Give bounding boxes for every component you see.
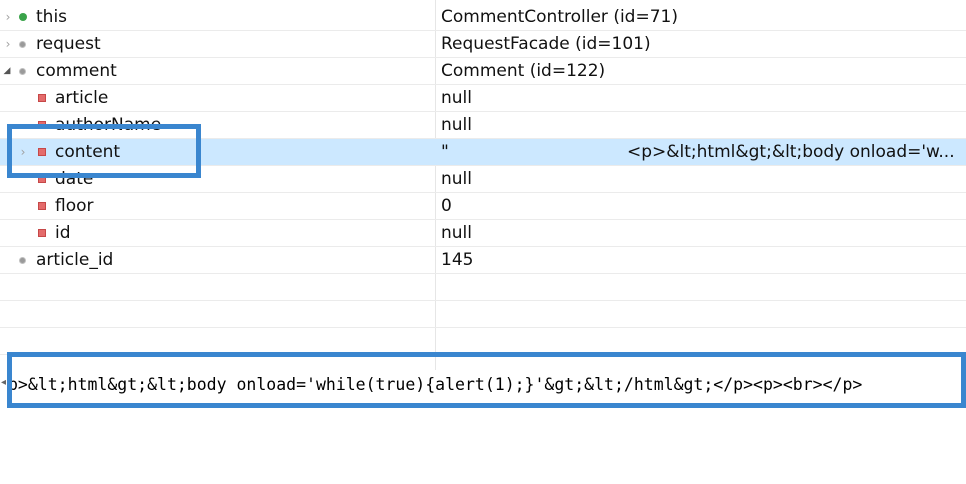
variables-tree: › this CommentController (id=71) › reque… bbox=[0, 4, 966, 355]
field-default-icon bbox=[19, 68, 26, 75]
variable-row-article_id[interactable]: article_id 145 bbox=[0, 247, 966, 274]
variable-row-content[interactable]: › content " <p>&lt;html&gt;&lt;body onlo… bbox=[0, 139, 966, 166]
field-default-icon bbox=[19, 41, 26, 48]
variable-value: null bbox=[441, 223, 472, 243]
variable-row-floor[interactable]: floor 0 bbox=[0, 193, 966, 220]
empty-row bbox=[0, 301, 966, 328]
variable-row-id[interactable]: id null bbox=[0, 220, 966, 247]
variable-name: request bbox=[36, 34, 101, 54]
field-default-icon bbox=[19, 257, 26, 264]
field-private-icon bbox=[38, 229, 46, 237]
variable-row-request[interactable]: › request RequestFacade (id=101) bbox=[0, 31, 966, 58]
variable-row-date[interactable]: date null bbox=[0, 166, 966, 193]
variable-value: null bbox=[441, 169, 472, 189]
field-private-icon bbox=[38, 121, 46, 129]
field-private-icon bbox=[38, 202, 46, 210]
expand-arrow-icon[interactable]: › bbox=[3, 10, 13, 24]
variable-name: date bbox=[55, 169, 94, 189]
variable-value: 0 bbox=[441, 196, 452, 216]
variable-name: id bbox=[55, 223, 71, 243]
variable-name: content bbox=[55, 142, 121, 162]
empty-row bbox=[0, 274, 966, 301]
variable-name: article_id bbox=[36, 250, 114, 270]
variable-value: CommentController (id=71) bbox=[441, 7, 678, 27]
variable-row-comment[interactable]: ◢ comment Comment (id=122) bbox=[0, 58, 966, 85]
field-private-icon bbox=[38, 175, 46, 183]
variable-row-article[interactable]: article null bbox=[0, 85, 966, 112]
variable-value: " bbox=[441, 142, 449, 162]
detail-value-text[interactable]: p>&lt;html&gt;&lt;body onload='while(tru… bbox=[8, 375, 862, 394]
field-private-icon bbox=[38, 94, 46, 102]
variable-value: RequestFacade (id=101) bbox=[441, 34, 651, 54]
variable-value: null bbox=[441, 88, 472, 108]
field-public-icon bbox=[19, 13, 27, 21]
variable-name: this bbox=[36, 7, 68, 27]
empty-row bbox=[0, 328, 966, 355]
variable-value-preview: <p>&lt;html&gt;&lt;body onload='w... bbox=[627, 142, 955, 162]
variable-name: article bbox=[55, 88, 109, 108]
field-private-icon bbox=[38, 148, 46, 156]
variable-row-this[interactable]: › this CommentController (id=71) bbox=[0, 4, 966, 31]
variable-value: Comment (id=122) bbox=[441, 61, 606, 81]
scroll-left-icon[interactable]: ◂ bbox=[1, 377, 6, 388]
expand-arrow-icon[interactable]: › bbox=[3, 37, 13, 51]
variable-value: null bbox=[441, 115, 472, 135]
variable-name: authorName bbox=[55, 115, 162, 135]
variable-value: 145 bbox=[441, 250, 474, 270]
variable-name: comment bbox=[36, 61, 117, 81]
collapse-arrow-icon[interactable]: ◢ bbox=[2, 64, 12, 78]
expand-arrow-icon[interactable]: › bbox=[18, 145, 28, 159]
variable-row-authorName[interactable]: authorName null bbox=[0, 112, 966, 139]
variable-name: floor bbox=[55, 196, 94, 216]
